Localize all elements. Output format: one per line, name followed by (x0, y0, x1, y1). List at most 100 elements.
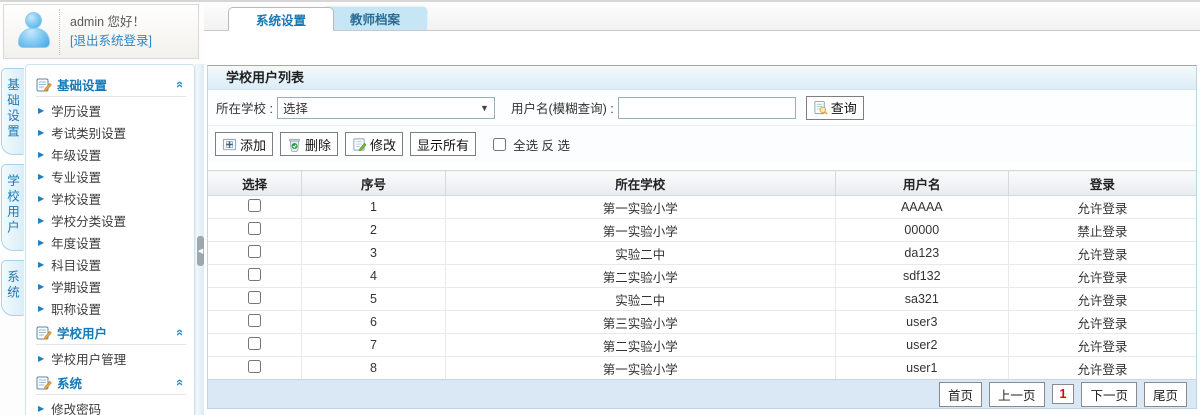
row-select-cell (208, 264, 303, 288)
sidebar-vertical-tab[interactable]: 学校用户 (1, 164, 24, 251)
user-greeting: admin 您好！ (70, 14, 146, 29)
delete-icon (287, 137, 302, 152)
page-prev-button[interactable]: 上一页 (989, 381, 1045, 407)
column-header: 选择 (208, 170, 303, 196)
sidebar-item-label: 专业设置 (51, 170, 102, 185)
add-button-label: 添加 (240, 137, 267, 153)
row-school-cell: 第三实验小学 (445, 310, 836, 334)
sidebar-item[interactable]: ▶ 年级设置 (26, 143, 194, 165)
sidebar-item[interactable]: ▶ 学校分类设置 (26, 209, 194, 231)
sidebar-item[interactable]: ▶ 学历设置 (26, 99, 194, 121)
row-checkbox[interactable] (248, 268, 262, 281)
top-tab[interactable]: 教师档案 (322, 6, 428, 30)
table-header-row: 选择 序号 所在学校 用户名 登录 (208, 170, 1196, 196)
row-checkbox[interactable] (248, 222, 262, 235)
delete-button[interactable]: 删除 (280, 132, 339, 156)
row-checkbox[interactable] (248, 291, 262, 304)
triangle-bullet-icon: ▶ (38, 149, 45, 159)
delete-button-label: 删除 (305, 137, 332, 153)
sidebar-item[interactable]: ▶ 科目设置 (26, 253, 194, 275)
sidebar-section-header[interactable]: 基础设置 « (36, 73, 188, 97)
edit-button[interactable]: 修改 (345, 132, 404, 156)
sidebar-item[interactable]: ▶ 考试类别设置 (26, 121, 194, 143)
sidebar-item[interactable]: ▶ 年度设置 (26, 231, 194, 253)
user-table: 选择 序号 所在学校 用户名 登录 1 第一实验小学 AAAAA 允许登录 2 第一实验小学 000… (208, 170, 1196, 380)
sidebar-section-header[interactable]: 系统 « (36, 371, 188, 395)
row-checkbox[interactable] (248, 199, 262, 212)
user-text: admin 您好！ [退出系统登录] (60, 13, 152, 51)
username-filter-label: 用户名(模糊查询) : (510, 102, 614, 116)
row-select-cell (208, 310, 303, 334)
row-login-status: 允许登录 (1008, 241, 1196, 265)
row-index-cell: 8 (301, 356, 446, 380)
sidebar-item[interactable]: ▶ 修改密码 (26, 397, 194, 415)
collapse-chevron-icon[interactable]: « (173, 327, 188, 338)
sidebar-item[interactable]: ▶ 职称设置 (26, 297, 194, 319)
notepad-pencil-icon (36, 325, 52, 341)
search-button[interactable]: 查询 (805, 95, 864, 120)
column-header: 序号 (301, 170, 446, 196)
row-login-status: 允许登录 (1008, 287, 1196, 311)
row-login-status: 允许登录 (1008, 195, 1196, 219)
column-header: 所在学校 (445, 170, 836, 196)
school-select[interactable]: 选择 ▼ (276, 96, 495, 119)
triangle-bullet-icon: ▶ (38, 281, 45, 291)
triangle-bullet-icon: ▶ (38, 215, 45, 225)
row-index-cell: 5 (301, 287, 446, 311)
triangle-bullet-icon: ▶ (38, 403, 45, 413)
row-login-status: 允许登录 (1008, 356, 1196, 380)
row-checkbox[interactable] (248, 337, 262, 350)
sidebar-item-label: 年级设置 (51, 148, 102, 163)
table-row: 5 实验二中 sa321 允许登录 (208, 287, 1196, 311)
row-select-cell (208, 241, 303, 265)
select-all-checkbox[interactable] (493, 137, 507, 151)
sidebar-item[interactable]: ▶ 学校用户管理 (26, 347, 194, 369)
sidebar-item-label: 科目设置 (51, 258, 102, 273)
row-checkbox[interactable] (248, 360, 262, 373)
sidebar-item[interactable]: ▶ 学校设置 (26, 187, 194, 209)
toolbar: 添加 删除 修改 显示所有 全选 反 选 (208, 126, 1196, 162)
collapse-chevron-icon[interactable]: « (173, 377, 188, 388)
sidebar-menu: 基础设置 «▶ 学历设置 ▶ 考试类别设置 ▶ 年级设置 ▶ 专业设置 ▶ 学校设置 ▶ 学校分类设置 ▶… (25, 64, 195, 415)
school-select-value: 选择 (282, 102, 308, 116)
sidebar-collapse-handle[interactable]: ◀ (197, 236, 204, 266)
pagination: 首页 上一页 1 下一页 尾页 (208, 379, 1196, 408)
top-tab[interactable]: 系统设置 (228, 7, 334, 31)
page-current-button[interactable]: 1 (1051, 384, 1075, 404)
notepad-pencil-icon (36, 77, 52, 93)
collapse-chevron-icon[interactable]: « (173, 79, 188, 90)
sidebar-item-label: 学校设置 (51, 192, 102, 207)
page-first-button[interactable]: 首页 (938, 381, 982, 407)
row-checkbox[interactable] (248, 314, 262, 327)
show-all-button-label: 显示所有 (417, 137, 470, 153)
sidebar-vertical-tabs: 基础设置学校用户系统 (1, 68, 25, 325)
sidebar-section-header[interactable]: 学校用户 « (36, 321, 188, 345)
top-tabstrip: 系统设置 教师档案 (204, 2, 1200, 31)
collapse-left-arrow-icon: ◀ (197, 247, 204, 255)
row-select-cell (208, 218, 303, 242)
sidebar-vertical-tab[interactable]: 基础设置 (1, 68, 24, 155)
sidebar-splitter[interactable]: ◀ (195, 64, 204, 415)
row-school-cell: 第一实验小学 (445, 218, 836, 242)
triangle-bullet-icon: ▶ (38, 171, 45, 181)
logout-link[interactable]: [退出系统登录] (70, 32, 152, 51)
sidebar-item-label: 学历设置 (51, 104, 102, 119)
sidebar-vertical-tab[interactable]: 系统 (1, 260, 24, 316)
sidebar-item[interactable]: ▶ 学期设置 (26, 275, 194, 297)
sidebar-item[interactable]: ▶ 专业设置 (26, 165, 194, 187)
panel-header: 学校用户列表 (208, 66, 1196, 90)
page-next-button[interactable]: 下一页 (1081, 381, 1137, 407)
column-header: 用户名 (835, 170, 1009, 196)
row-username-cell: sa321 (835, 287, 1009, 311)
row-username-cell: user1 (835, 356, 1009, 380)
add-button[interactable]: 添加 (215, 132, 274, 156)
page-last-button[interactable]: 尾页 (1143, 381, 1187, 407)
search-button-label: 查询 (830, 101, 857, 116)
show-all-button[interactable]: 显示所有 (410, 132, 477, 156)
row-login-status: 允许登录 (1008, 264, 1196, 288)
row-school-cell: 第一实验小学 (445, 195, 836, 219)
username-input[interactable] (617, 96, 796, 119)
table-row: 7 第二实验小学 user2 允许登录 (208, 333, 1196, 357)
row-checkbox[interactable] (248, 245, 262, 258)
user-avatar-icon (16, 11, 52, 52)
